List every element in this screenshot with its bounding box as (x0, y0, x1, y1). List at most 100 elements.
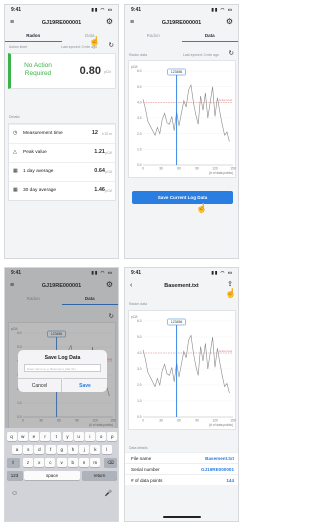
detail-row-peak-value: △ Peak value 1.21 pCi/l (9, 143, 115, 160)
key-h[interactable]: h (68, 445, 78, 454)
x-axis-label: (# of data points) (209, 171, 233, 175)
detail-label: Serial number (131, 467, 160, 472)
x-tick-label: 90 (195, 167, 199, 171)
radon-data-label: Radon data (129, 53, 148, 57)
key-d[interactable]: d (34, 445, 45, 454)
radon-line-chart[interactable]: pCi/l0.01.02.03.04.05.06.00 30 60 90 120 150(… (129, 311, 237, 431)
detail-label: Measurement time (23, 131, 63, 136)
radon-chart-card: pCi/l0.01.02.03.04.05.06.00306090120150(… (128, 310, 236, 430)
radon-value: 0.80 (79, 65, 101, 77)
key-a[interactable]: a (12, 445, 22, 454)
key-s[interactable]: s (23, 445, 34, 454)
detail-label: File name (131, 456, 152, 461)
calendar-icon: ▦ (13, 168, 18, 174)
y-tick-label: 6.0 (137, 69, 142, 73)
shift-key[interactable]: ⇧ (6, 458, 20, 467)
key-t[interactable]: t (51, 432, 62, 441)
settings-gear-icon[interactable]: ⚙ (106, 18, 113, 26)
key-b[interactable]: b (67, 458, 78, 467)
radon-status-card: No Action Required 0.80 pCi/l (8, 53, 116, 89)
detail-unit: pCi/l (105, 169, 112, 174)
key-u[interactable]: u (73, 432, 84, 441)
clock-icon: ◷ (13, 130, 18, 136)
numbers-key[interactable]: 123 (6, 471, 23, 480)
device-title: GJ19RE000001 (41, 20, 82, 26)
signal-wifi-battery-icon: ▮▮ ◠ ▭ (211, 7, 233, 12)
refresh-icon[interactable]: ↻ (109, 41, 114, 49)
x-tick-label: 60 (177, 167, 181, 171)
radon-line-chart[interactable]: pCi/l0.01.02.03.04.05.06.00 30 60 90 120 150(… (129, 61, 237, 179)
y-tick-label: 1.0 (137, 148, 142, 152)
detail-row-1-day-average: ▦ 1 day average 0.64 pCi/l (9, 162, 115, 179)
key-j[interactable]: j (79, 445, 90, 454)
last-synced-label: Last synced: 0 min ago (61, 45, 97, 49)
action-level-label: Action level (9, 45, 27, 49)
settings-gear-icon[interactable]: ⚙ (226, 18, 233, 26)
app-bar: ‹ Basement.txt ⇪ (125, 278, 238, 294)
key-c[interactable]: c (45, 458, 56, 467)
save-log-data-button[interactable]: Save Current Log Data (132, 191, 233, 204)
key-n[interactable]: n (79, 458, 89, 467)
cursor-tooltip-label: 123456 (171, 70, 182, 74)
detail-label: 1 day average (23, 169, 54, 174)
tab-bar: Radon Data (5, 32, 118, 42)
y-tick-label: 3.0 (137, 116, 142, 120)
y-tick-label: 6.0 (137, 319, 142, 323)
return-key[interactable]: return (82, 471, 117, 480)
detail-value: 12 (91, 130, 98, 136)
status-time: 9:41 (131, 270, 142, 276)
key-v[interactable]: v (56, 458, 67, 467)
key-g[interactable]: g (56, 445, 67, 454)
cancel-button[interactable]: Cancel (18, 378, 62, 392)
key-p[interactable]: p (107, 432, 118, 441)
status-time: 9:41 (131, 7, 142, 13)
tab-radon[interactable]: Radon (5, 32, 62, 42)
x-tick-label: 90 (195, 419, 199, 423)
x-tick-label: 0 (142, 419, 144, 423)
save-button[interactable]: Save (63, 378, 107, 392)
x-tick-label: 150 (230, 419, 236, 423)
status-bar: 9:41 ▮▮ ◠ ▭ (125, 5, 238, 15)
detail-row-file-name: File name Basement.txt (125, 452, 238, 463)
y-tick-label: 0.0 (137, 163, 142, 167)
delete-key[interactable]: ⌫ (104, 458, 117, 467)
detail-label: Peak value (23, 150, 47, 155)
key-z[interactable]: z (23, 458, 33, 467)
x-tick-label: 0 (142, 167, 144, 171)
radon-series-line (142, 334, 230, 394)
key-k[interactable]: k (90, 445, 101, 454)
y-tick-label: 3.0 (137, 367, 142, 371)
file-title: Basement.txt (164, 283, 199, 289)
refresh-icon[interactable]: ↻ (229, 49, 234, 57)
key-y[interactable]: y (62, 432, 73, 441)
detail-row-data-points: # of data points 144 (125, 474, 238, 485)
x-tick-label: 120 (212, 167, 218, 171)
key-w[interactable]: w (17, 432, 28, 441)
key-q[interactable]: q (6, 432, 17, 441)
y-tick-label: 4.0 (137, 351, 142, 355)
signal-wifi-battery-icon: ▮▮ ◠ ▭ (211, 270, 233, 275)
on-screen-keyboard: q w e r t y u i o p a s d f g h j k l ⇧ z x c v b n m ⌫ 123 space retu… (5, 428, 118, 521)
key-x[interactable]: x (34, 458, 45, 467)
space-key[interactable]: space (24, 471, 80, 480)
dialog-title: Save Log Data (44, 355, 81, 361)
detail-value: 1.46 (94, 187, 105, 193)
key-l[interactable]: l (101, 445, 112, 454)
emoji-icon[interactable]: ☺ (11, 490, 18, 497)
status-time: 9:41 (11, 7, 22, 13)
microphone-icon[interactable]: 🎤 (105, 490, 112, 497)
tab-radon[interactable]: Radon (125, 32, 182, 42)
detail-label: # of data points (131, 478, 163, 483)
key-e[interactable]: e (28, 432, 39, 441)
tap-hand-icon: ☝ (196, 203, 208, 213)
key-f[interactable]: f (45, 445, 56, 454)
log-name-input[interactable]: Enter name (e.g. Basement_Mar 01) (24, 364, 101, 372)
key-o[interactable]: o (96, 432, 107, 441)
tab-data[interactable]: Data (181, 32, 238, 42)
detail-unit: h 32 m (101, 131, 112, 136)
detail-value: 144 (226, 478, 234, 483)
key-i[interactable]: i (84, 432, 95, 441)
y-tick-label: 1.0 (137, 399, 142, 403)
key-r[interactable]: r (40, 432, 51, 441)
key-m[interactable]: m (90, 458, 101, 467)
